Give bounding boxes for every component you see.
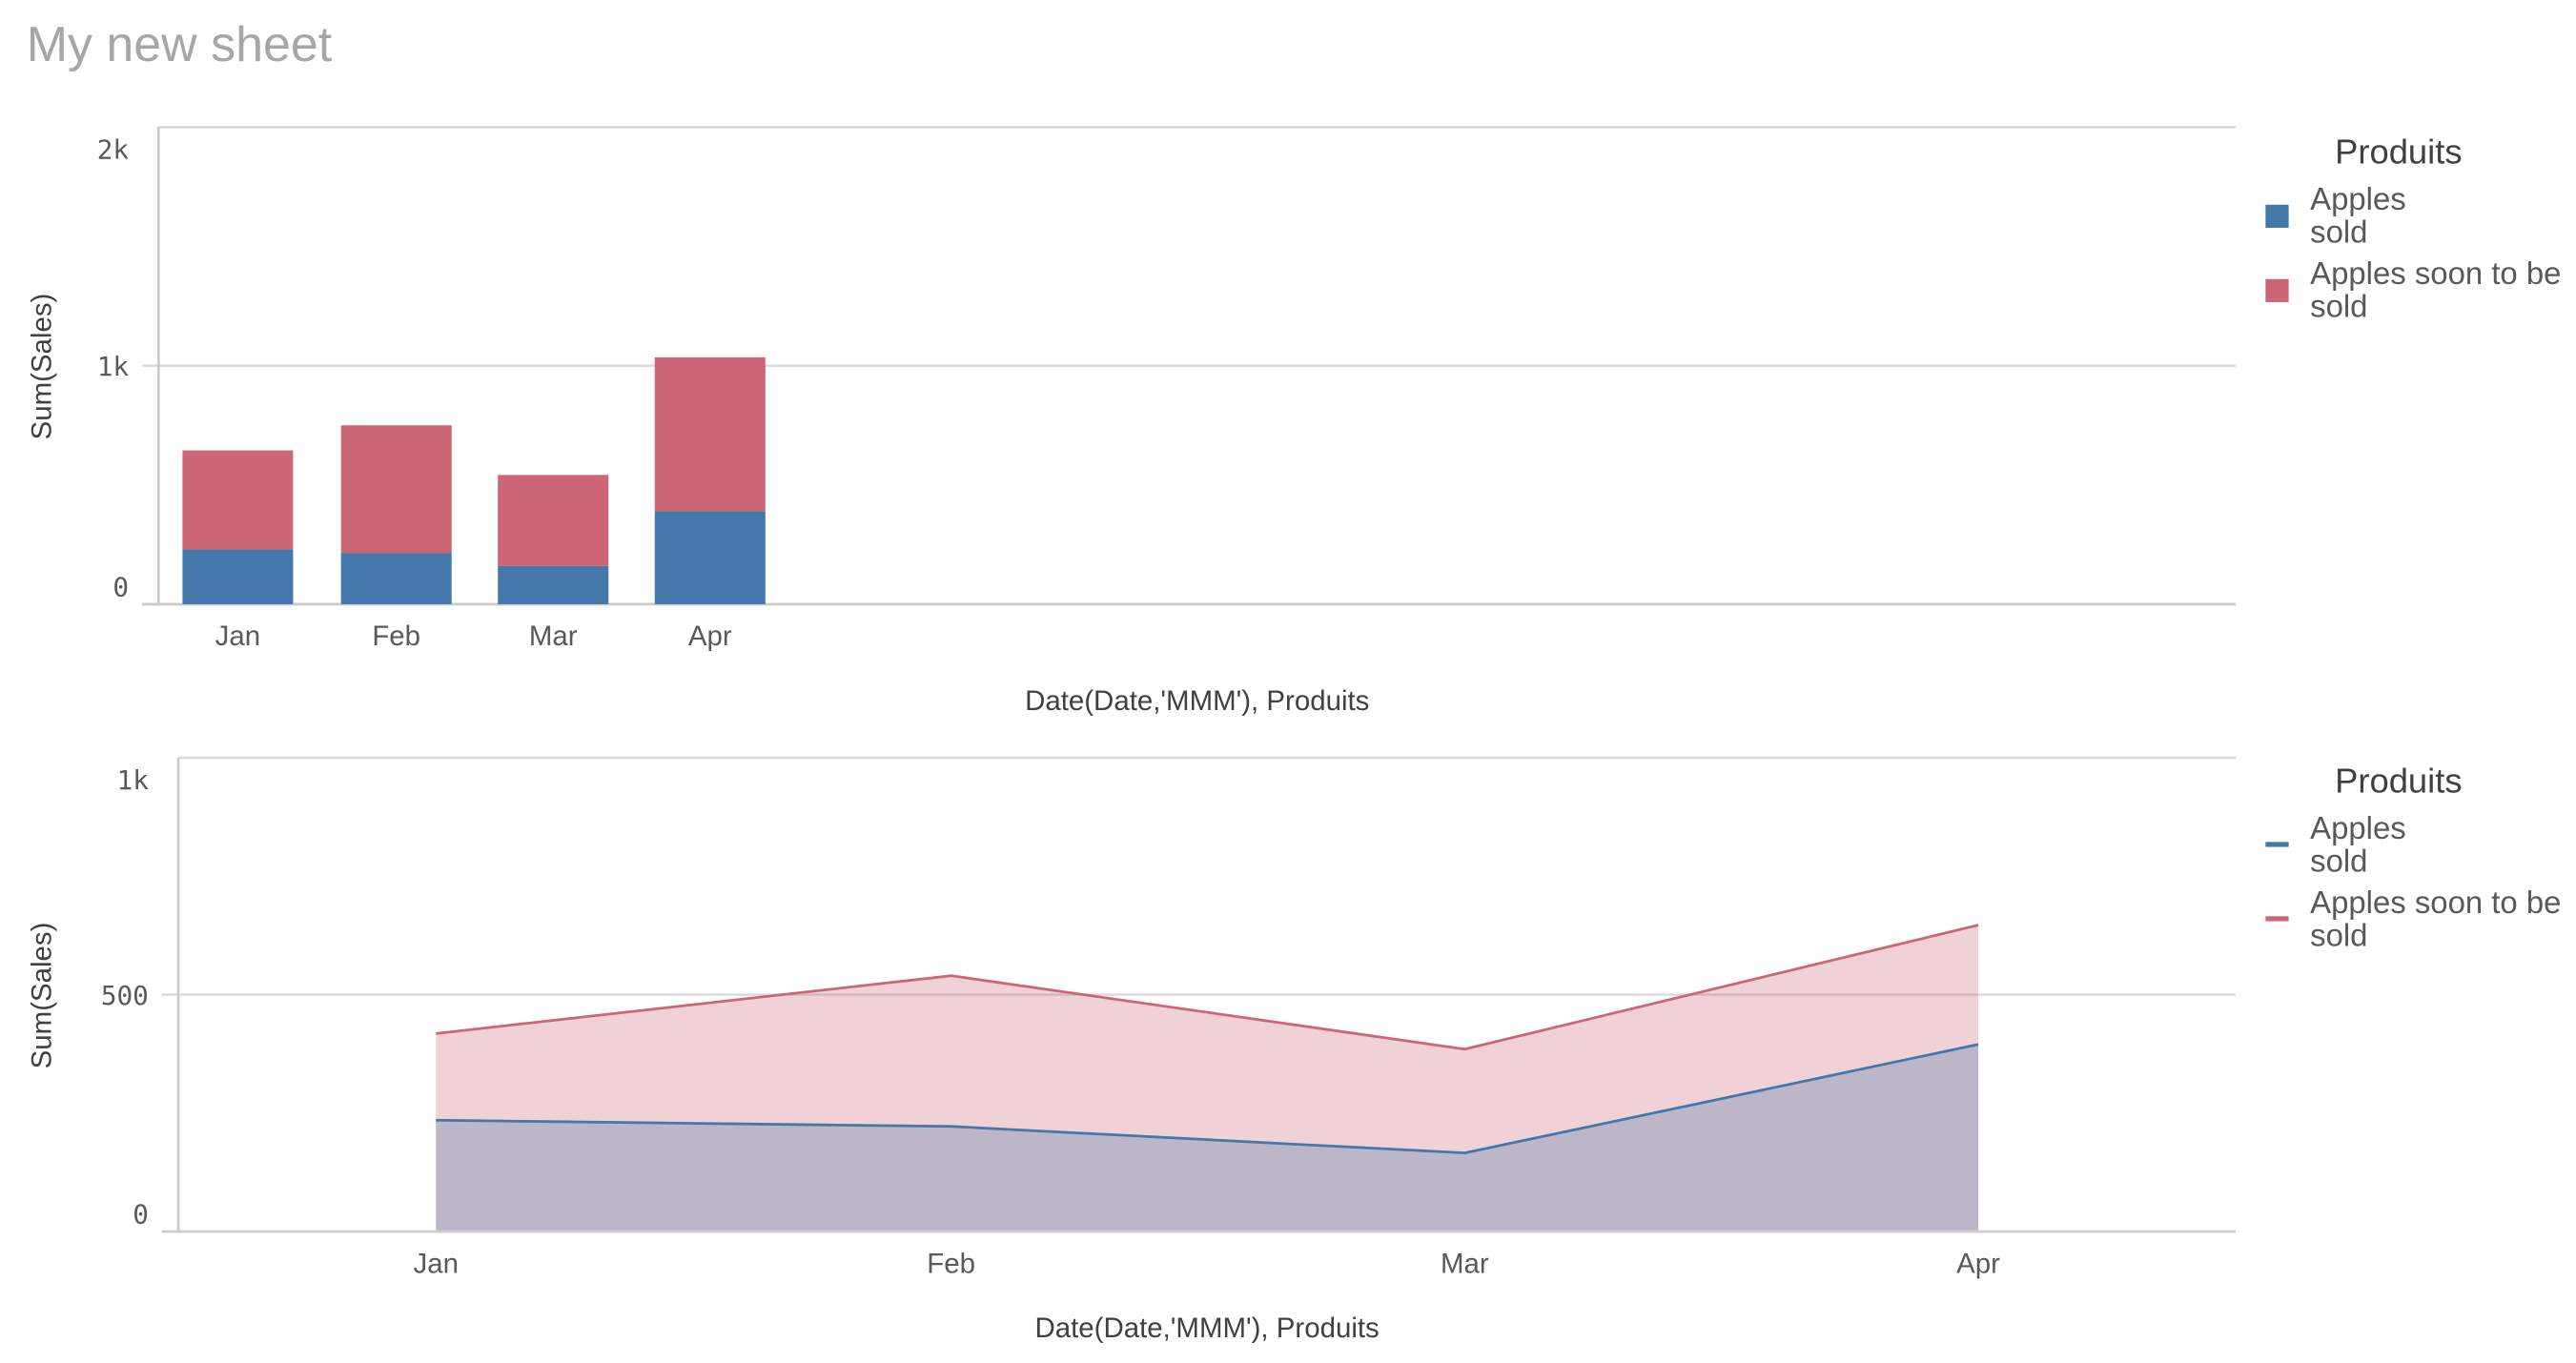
legend-label[interactable]: Apples soon to be	[2310, 885, 2561, 920]
x-tick-label: Apr	[1956, 1248, 2000, 1279]
bar-apr-apples-sold	[654, 511, 766, 604]
legend-title: Produits	[2335, 761, 2462, 800]
legend[interactable]: Produits Apples sold Apples soon to be s…	[2265, 132, 2561, 324]
y-tick-label: 500	[101, 980, 149, 1011]
legend-label[interactable]: Apples soon to be	[2310, 255, 2561, 291]
legend-swatch-apples-soon	[2265, 278, 2289, 302]
bar-mar-apples-soon	[498, 475, 609, 566]
bar-marks: 2k 1k 0 Jan Feb Mar Apr	[97, 126, 2237, 652]
legend-label[interactable]: Apples	[2310, 810, 2406, 845]
x-tick-label: Feb	[372, 620, 420, 652]
x-axis-title: Date(Date,'MMM'), Produits	[1025, 685, 1369, 717]
y-axis-title: Sum(Sales)	[27, 294, 58, 440]
bar-feb-apples-soon	[340, 425, 452, 554]
area-chart[interactable]: Sum(Sales) Date(Date,'MMM'), Produits 1k…	[27, 756, 2562, 1344]
bar-jan-apples-soon	[182, 450, 294, 550]
bar-feb-apples-sold	[340, 553, 452, 604]
legend-title: Produits	[2335, 132, 2462, 171]
legend-label[interactable]: sold	[2310, 289, 2367, 324]
x-tick-label: Feb	[927, 1248, 975, 1279]
x-tick-label: Jan	[215, 620, 260, 652]
legend-label[interactable]: Apples	[2310, 181, 2406, 216]
sheet-canvas: My new sheet Sum(Sales) Date(Date,'MMM')…	[27, 17, 2562, 1344]
bar-jan-apples-sold	[182, 549, 294, 604]
legend-swatch-apples-sold	[2265, 204, 2289, 229]
legend-label[interactable]: sold	[2310, 214, 2367, 250]
legend-label[interactable]: sold	[2310, 844, 2367, 879]
legend-label[interactable]: sold	[2310, 917, 2367, 952]
x-tick-label: Apr	[688, 620, 732, 652]
bar-chart[interactable]: Sum(Sales) Date(Date,'MMM'), Produits 2k…	[27, 126, 2562, 717]
sheet-title: My new sheet	[27, 17, 333, 72]
y-tick-label: 1k	[97, 351, 130, 382]
legend[interactable]: Produits Apples sold Apples soon to be s…	[2265, 761, 2561, 952]
x-tick-label: Mar	[529, 620, 578, 652]
y-axis-title: Sum(Sales)	[27, 923, 58, 1069]
area-marks: 1k 500 0 Jan Feb Mar Apr	[101, 756, 2237, 1279]
legend-line-apples-sold	[2265, 842, 2289, 847]
y-tick-label: 1k	[117, 764, 150, 796]
bar-mar-apples-sold	[498, 565, 609, 604]
y-tick-label: 0	[112, 571, 129, 602]
legend-line-apples-soon	[2265, 916, 2289, 922]
y-tick-label: 2k	[97, 133, 130, 165]
bar-apr-apples-soon	[654, 356, 766, 512]
x-tick-label: Mar	[1441, 1248, 1489, 1279]
x-tick-label: Jan	[414, 1248, 459, 1279]
y-tick-label: 0	[133, 1198, 149, 1230]
x-axis-title: Date(Date,'MMM'), Produits	[1034, 1312, 1379, 1344]
